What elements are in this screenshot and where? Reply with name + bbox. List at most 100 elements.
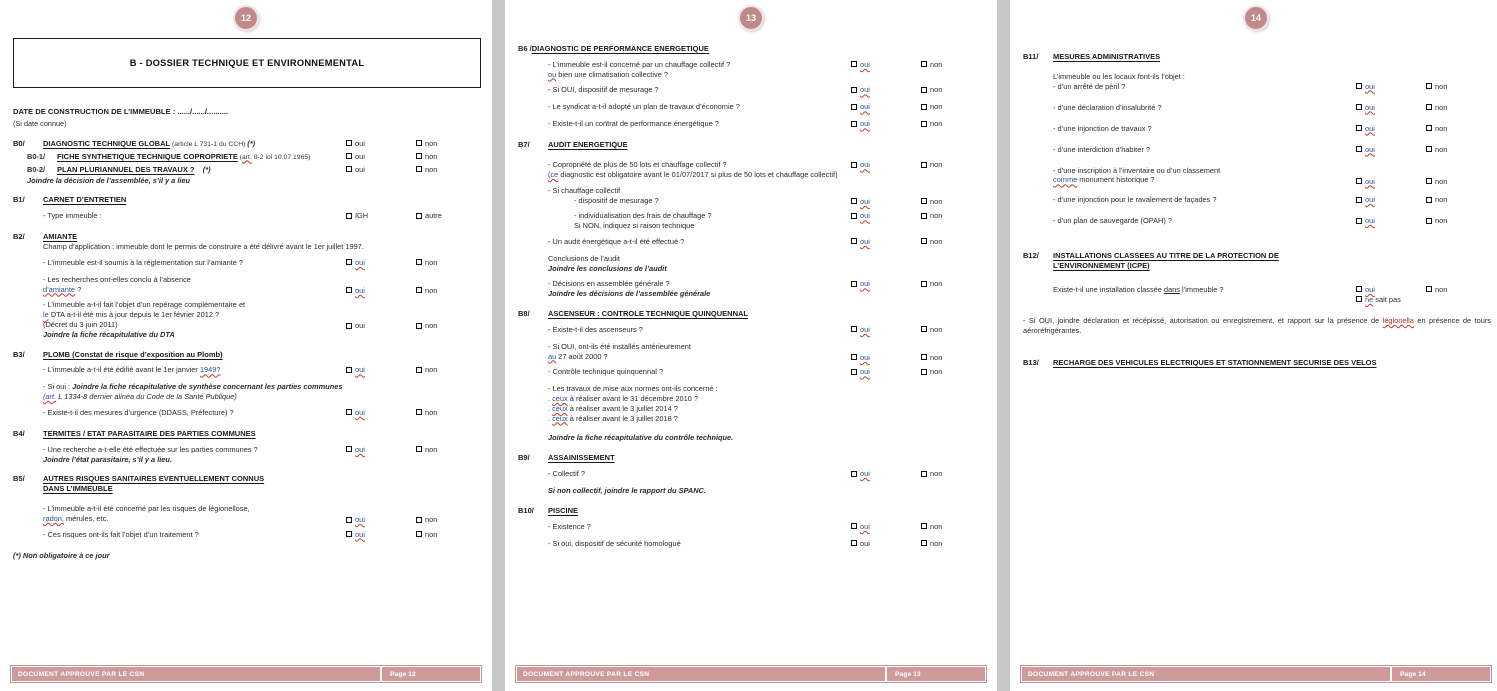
checkbox-icon[interactable] [851,120,857,127]
b10-q2-option-oui[interactable]: oui [851,539,921,549]
checkbox-icon[interactable] [346,516,352,523]
b3-q1-option-oui[interactable]: oui [346,365,416,375]
b7-q5-option-non[interactable]: non [921,279,991,289]
b6-q4-option-non[interactable]: non [921,119,991,129]
b6-q2-option-oui[interactable]: oui [851,85,921,95]
b10-q1-option-oui[interactable]: oui [851,522,921,532]
b7-q3-option-oui[interactable]: oui [851,211,921,221]
b6-q3-option-non[interactable]: non [921,102,991,112]
b4-q1-option-oui[interactable]: oui [346,445,416,455]
b2-q3-option-non[interactable]: non [416,321,486,331]
b2-q1-option-non[interactable]: non [416,258,486,268]
b11-q4-option-non[interactable]: non [1426,145,1496,155]
checkbox-icon[interactable] [921,86,927,93]
checkbox-icon[interactable] [921,354,927,361]
checkbox-icon[interactable] [921,120,927,127]
checkbox-icon[interactable] [346,166,352,173]
checkbox-icon[interactable] [1426,146,1432,153]
checkbox-icon[interactable] [921,326,927,333]
b11-q7-option-non[interactable]: non [1426,216,1496,226]
b0-2-option-non[interactable]: non [416,165,486,175]
b6-q2-option-non[interactable]: non [921,85,991,95]
checkbox-icon[interactable] [1356,125,1362,132]
b5-q2-option-oui[interactable]: oui [346,530,416,540]
checkbox-icon[interactable] [851,161,857,168]
checkbox-icon[interactable] [921,161,927,168]
checkbox-icon[interactable] [851,354,857,361]
b8-q3-option-non[interactable]: non [921,367,991,377]
checkbox-icon[interactable] [346,446,352,453]
b12-q1-option-ne-sait-pas[interactable]: ne sait pas [1356,295,1446,305]
b1-option-autre[interactable]: autre [416,211,486,221]
b8-q1-option-non[interactable]: non [921,325,991,335]
checkbox-icon[interactable] [851,103,857,110]
checkbox-icon[interactable] [416,153,422,160]
b12-q1-option-non[interactable]: non [1426,285,1496,295]
b0-option-non[interactable]: non [416,139,486,149]
b9-q1-option-oui[interactable]: oui [851,469,921,479]
checkbox-icon[interactable] [851,470,857,477]
b12-q1-option-oui[interactable]: oui [1356,285,1426,295]
checkbox-icon[interactable] [1426,178,1432,185]
b11-q1-option-non[interactable]: non [1426,82,1496,92]
checkbox-icon[interactable] [921,470,927,477]
checkbox-icon[interactable] [416,166,422,173]
b8-q2-option-oui[interactable]: oui [851,353,921,363]
b7-q5-option-oui[interactable]: oui [851,279,921,289]
checkbox-icon[interactable] [416,140,422,147]
b11-q3-option-non[interactable]: non [1426,124,1496,134]
b5-q1-option-non[interactable]: non [416,515,486,525]
b6-q4-option-oui[interactable]: oui [851,119,921,129]
checkbox-icon[interactable] [921,280,927,287]
checkbox-icon[interactable] [346,212,352,219]
checkbox-icon[interactable] [1356,196,1362,203]
b10-q1-option-non[interactable]: non [921,522,991,532]
b6-q1-option-oui[interactable]: oui [851,60,921,70]
checkbox-icon[interactable] [921,238,927,245]
checkbox-icon[interactable] [851,61,857,68]
b8-q1-option-oui[interactable]: oui [851,325,921,335]
b5-q1-option-oui[interactable]: oui [346,515,416,525]
b5-q2-option-non[interactable]: non [416,530,486,540]
b7-q2-option-oui[interactable]: oui [851,197,921,207]
b7-q4-option-oui[interactable]: oui [851,237,921,247]
checkbox-icon[interactable] [416,531,422,538]
b11-q1-option-oui[interactable]: oui [1356,82,1426,92]
b4-q1-option-non[interactable]: non [416,445,486,455]
b7-q1-option-non[interactable]: non [921,160,991,170]
checkbox-icon[interactable] [1356,146,1362,153]
checkbox-icon[interactable] [921,103,927,110]
b0-1-option-oui[interactable]: oui [346,152,416,162]
b11-q5-option-non[interactable]: non [1426,177,1496,187]
checkbox-icon[interactable] [416,212,422,219]
checkbox-icon[interactable] [416,446,422,453]
b11-q2-option-non[interactable]: non [1426,103,1496,113]
checkbox-icon[interactable] [416,322,422,329]
b8-q2-option-non[interactable]: non [921,353,991,363]
checkbox-icon[interactable] [346,531,352,538]
b6-q1-option-non[interactable]: non [921,60,991,70]
checkbox-icon[interactable] [1426,217,1432,224]
checkbox-icon[interactable] [346,140,352,147]
checkbox-icon[interactable] [346,409,352,416]
checkbox-icon[interactable] [1356,217,1362,224]
b11-q2-option-oui[interactable]: oui [1356,103,1426,113]
b11-q7-option-oui[interactable]: oui [1356,216,1426,226]
checkbox-icon[interactable] [921,368,927,375]
b0-1-option-non[interactable]: non [416,152,486,162]
b7-q2-option-non[interactable]: non [921,197,991,207]
checkbox-icon[interactable] [1426,125,1432,132]
checkbox-icon[interactable] [346,259,352,266]
b2-q1-option-oui[interactable]: oui [346,258,416,268]
b2-q2-option-oui[interactable]: oui [346,286,416,296]
checkbox-icon[interactable] [416,409,422,416]
b0-option-oui[interactable]: oui [346,139,416,149]
checkbox-icon[interactable] [1356,83,1362,90]
checkbox-icon[interactable] [921,198,927,205]
b3-q2-option-non[interactable]: non [416,408,486,418]
checkbox-icon[interactable] [851,86,857,93]
checkbox-icon[interactable] [1356,104,1362,111]
checkbox-icon[interactable] [416,287,422,294]
b2-q2-option-non[interactable]: non [416,286,486,296]
checkbox-icon[interactable] [346,322,352,329]
